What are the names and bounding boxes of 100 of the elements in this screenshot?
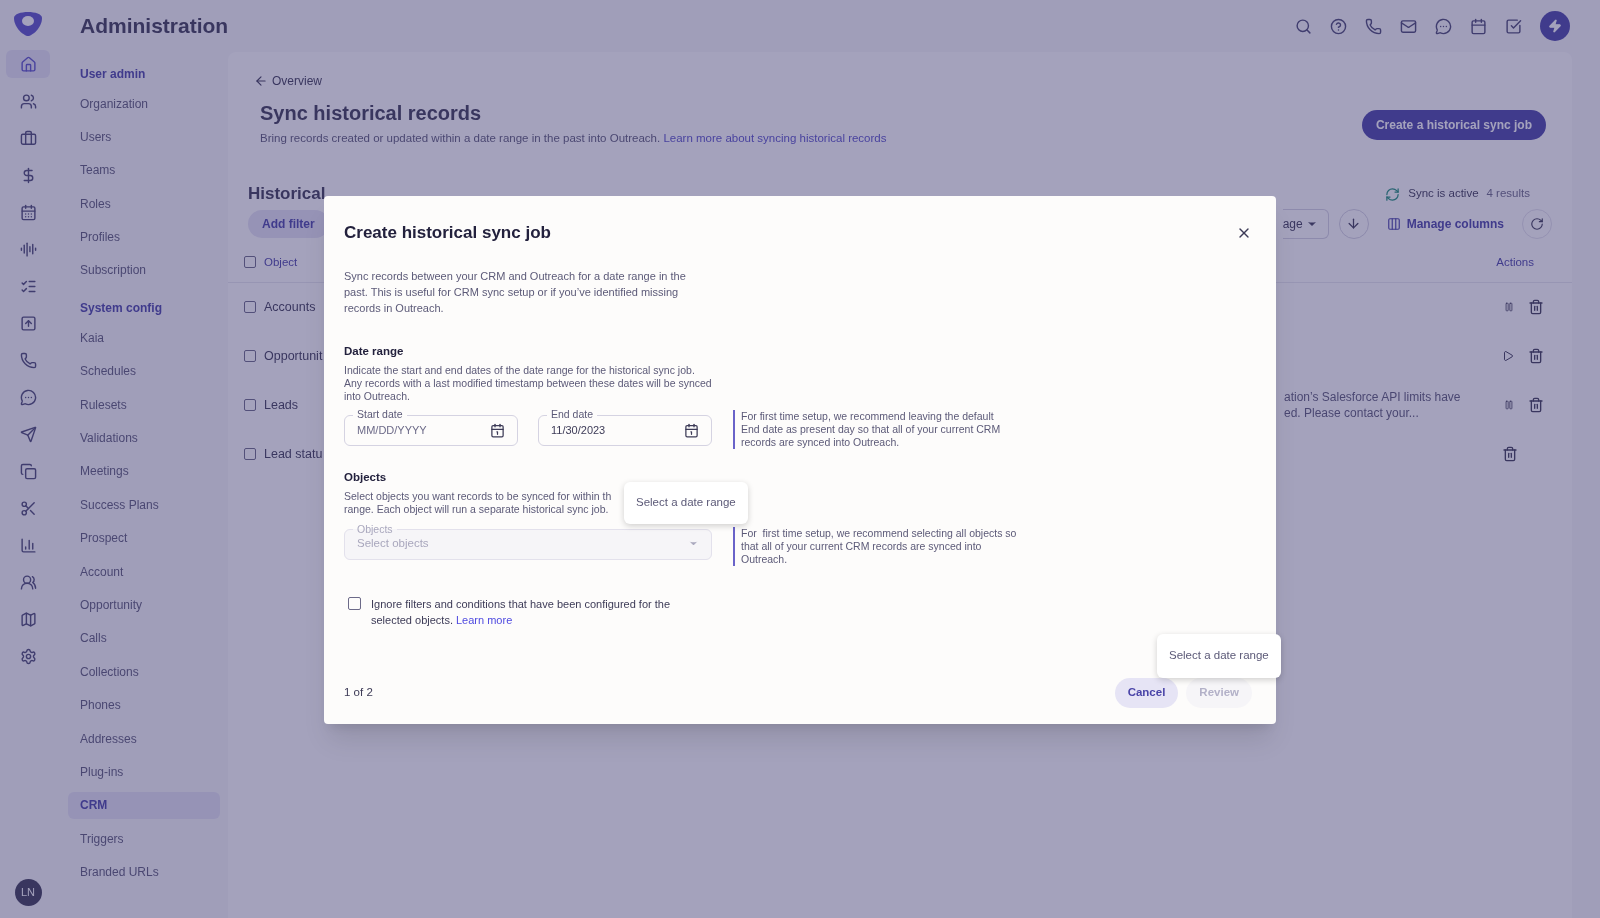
nav-item[interactable]: Users [68, 123, 220, 151]
nav-section-title: User admin [79, 66, 147, 83]
calendar-icon [1470, 17, 1487, 35]
group-icon [19, 573, 37, 591]
results-count: 4 results [1486, 186, 1530, 202]
nav-item[interactable]: Roles [68, 190, 220, 218]
checkbox[interactable] [244, 448, 256, 461]
section-heading: Historical [248, 183, 326, 206]
calendar-button[interactable] [1470, 17, 1487, 35]
date-input[interactable]: 11/30/2023 [551, 422, 661, 439]
pause-button[interactable] [1504, 302, 1514, 313]
tooltip: Select a date range [624, 482, 748, 524]
column-header: Object [264, 254, 298, 270]
cancel-button[interactable]: Cancel [1114, 678, 1179, 708]
checkbox[interactable] [244, 350, 256, 363]
nav-item[interactable]: Success Plans [68, 491, 220, 519]
pause-button[interactable] [1504, 400, 1514, 411]
checkbox[interactable] [244, 256, 256, 269]
nav-item[interactable]: Organization [68, 90, 220, 117]
back-link[interactable]: Overview [254, 72, 887, 90]
bar-chart-icon [19, 536, 37, 554]
nav-item[interactable]: Phones [68, 691, 220, 719]
manage-columns-button[interactable]: Manage columns [1378, 214, 1512, 233]
date-input[interactable]: MM/DD/YYYY [357, 422, 467, 439]
date-hint: For first time setup, we recommend leaving the default End date as present day so that all of your current CRM records are synced into Outreach. [733, 409, 1009, 449]
task-button[interactable] [1505, 17, 1522, 35]
nav-item[interactable]: Triggers [68, 825, 220, 853]
table-cell-text: Lead statu [264, 445, 323, 463]
nav-item[interactable]: CRM [68, 791, 220, 819]
objects-description: Select objects you want records to be synced for within th range. Each object will run a separate historical sync job. [344, 490, 612, 516]
create-job-button[interactable]: Create a historical sync job [1361, 110, 1546, 140]
ignore-filters-label: Ignore filters and conditions that have been configured for the selected objects. Learn more [371, 597, 672, 628]
delete-button[interactable] [1528, 299, 1544, 316]
calendar-icon [684, 422, 699, 438]
refresh-icon [1530, 216, 1544, 231]
table-cell-text: Opportunit [264, 347, 323, 365]
field-label: Start date [353, 407, 407, 420]
rail-button[interactable] [6, 50, 50, 78]
quick-actions-button[interactable] [1540, 11, 1570, 41]
chat-button[interactable] [1435, 17, 1452, 35]
search-icon [1295, 17, 1312, 35]
chat-icon [1435, 17, 1452, 35]
scissors-icon [19, 499, 37, 517]
date-range-description: Indicate the start and end dates of the date range for the historical sync job. Any records with a last modified timestamp between these dates will be synced into Outreach. [344, 363, 713, 403]
down-arrow-icon [1346, 216, 1362, 232]
play-icon [1502, 350, 1514, 363]
columns-icon [1386, 216, 1401, 231]
nav-item[interactable]: Meetings [68, 457, 220, 485]
nav-item[interactable]: Rulesets [68, 391, 220, 419]
dialog-intro: Sync records between your CRM and Outreach for a date range in the past. This is useful for CRM sync setup or if you’ve identified missing records in Outreach. [344, 268, 687, 316]
search-button[interactable] [1295, 17, 1312, 35]
briefcase-icon [19, 129, 37, 147]
nav-item[interactable]: Validations [68, 424, 220, 452]
waveform-icon [19, 240, 37, 258]
nav-item[interactable]: Subscription [68, 256, 220, 284]
nav-item[interactable]: Account [68, 558, 220, 586]
mail-icon [1400, 17, 1417, 35]
nav-item[interactable]: Profiles [68, 223, 220, 251]
nav-item[interactable]: Opportunity [68, 591, 220, 619]
field-label: Objects [356, 524, 394, 535]
nav-section-title: System config [79, 300, 164, 318]
column-header: Actions [1496, 254, 1534, 270]
pause-icon [1504, 400, 1514, 411]
per-page-dropdown[interactable]: age [1282, 208, 1329, 239]
nav-item[interactable]: Collections [68, 658, 220, 686]
nav-item[interactable]: Schedules [68, 357, 220, 385]
help-button[interactable] [1330, 17, 1347, 35]
phone-button[interactable] [1365, 17, 1382, 35]
ignore-filters-checkbox[interactable] [348, 597, 361, 610]
nav-item[interactable]: Kaia [68, 324, 220, 352]
objects-hint: For first time setup, we recommend selecting all objects so that all of your current CRM records are synced into Outreach. [733, 527, 1023, 566]
delete-button[interactable] [1528, 397, 1544, 414]
nav-item[interactable]: Addresses [68, 725, 220, 753]
nav-item[interactable]: Plug-ins [68, 758, 220, 786]
objects-heading: Objects [344, 469, 388, 485]
app-title: Administration [80, 13, 229, 40]
nav-item[interactable]: Calls [68, 624, 220, 652]
help-icon [1330, 17, 1347, 35]
nav-item[interactable]: Prospect [68, 524, 220, 552]
settings-icon [19, 647, 37, 665]
learn-more-link[interactable]: Learn more about syncing historical records [663, 132, 887, 144]
checkbox[interactable] [244, 399, 256, 412]
nav-item[interactable]: Branded URLs [68, 858, 220, 886]
user-avatar[interactable]: LN [14, 879, 42, 906]
sync-status: Sync is active [1408, 186, 1479, 202]
phone-icon [19, 351, 37, 369]
nav-item[interactable]: Teams [68, 156, 220, 184]
copy-icon [19, 462, 37, 480]
learn-more-link[interactable]: Learn more [456, 614, 513, 626]
checkbox[interactable] [244, 301, 256, 314]
field-label: End date [547, 407, 598, 420]
trash-icon [1528, 299, 1544, 316]
pause-icon [1504, 302, 1514, 313]
date-range-heading: Date range [344, 343, 405, 359]
trash-icon [1502, 446, 1518, 463]
play-button[interactable] [1502, 350, 1514, 363]
delete-button[interactable] [1528, 348, 1544, 365]
delete-button[interactable] [1502, 446, 1518, 463]
table-cell-text: Accounts [264, 298, 316, 316]
mail-button[interactable] [1400, 17, 1417, 35]
